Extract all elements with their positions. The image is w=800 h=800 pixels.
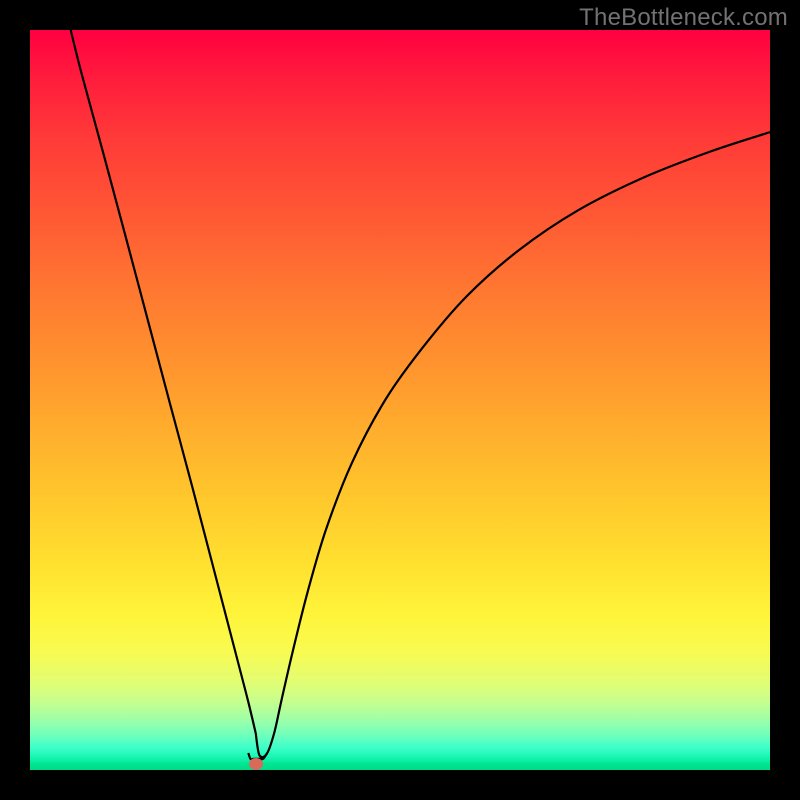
bottleneck-curve bbox=[30, 30, 770, 770]
curve-right-branch bbox=[256, 132, 770, 757]
minimum-marker bbox=[249, 758, 263, 770]
curve-left-branch bbox=[71, 30, 256, 733]
watermark-text: TheBottleneck.com bbox=[579, 4, 788, 32]
chart-frame: TheBottleneck.com bbox=[0, 0, 800, 800]
plot-area bbox=[30, 30, 770, 770]
